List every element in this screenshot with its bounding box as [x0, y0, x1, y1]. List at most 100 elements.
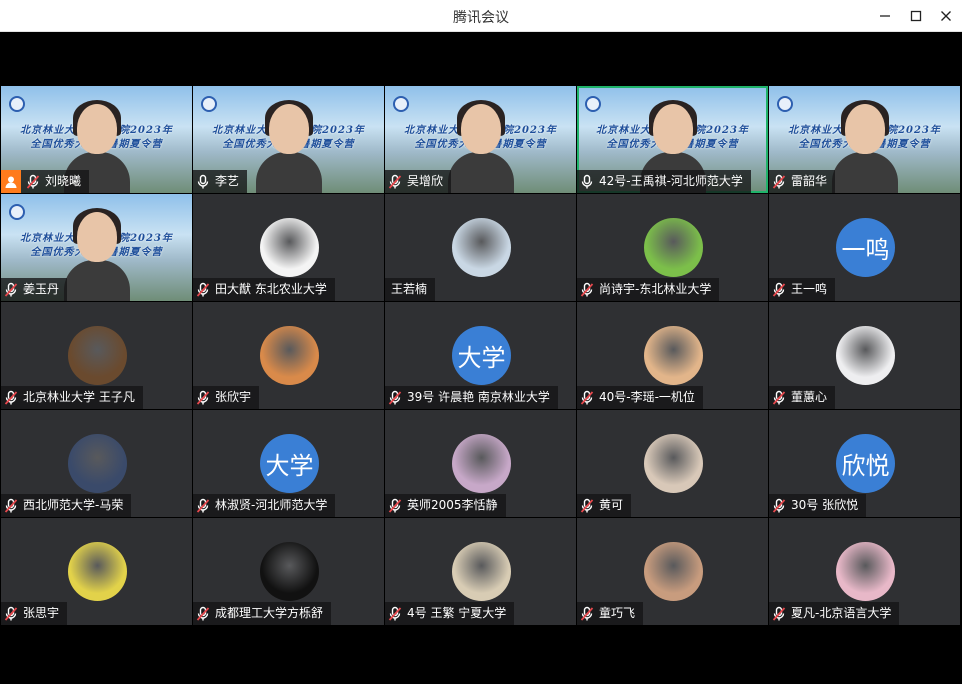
participant-tile[interactable]: 北京林业大学外语学院2023年全国优秀大学生暑期夏令营雷韶华 [769, 86, 960, 193]
participant-name-label: 30号 张欣悦 [769, 494, 867, 517]
video-grid: 北京林业大学外语学院2023年全国优秀大学生暑期夏令营刘晓曦北京林业大学外语学院… [0, 86, 962, 627]
participant-name: 张思宇 [23, 606, 60, 620]
participant-tile[interactable]: 北京林业大学外语学院2023年全国优秀大学生暑期夏令营42号-王禹祺-河北师范大… [577, 86, 768, 193]
participant-name: 刘晓曦 [45, 174, 82, 188]
teddy-bear-icon [68, 326, 127, 385]
participant-name-label: 姜玉丹 [1, 278, 68, 301]
mic-muted-icon [388, 498, 402, 513]
participant-name-label: 李艺 [193, 170, 248, 193]
participant-name-label: 英师2005李恬静 [385, 494, 506, 517]
minimize-button[interactable] [872, 4, 898, 28]
mic-muted-icon [4, 282, 18, 297]
girl-photo-icon [452, 218, 511, 277]
participant-name: 董蕙心 [791, 390, 828, 404]
mic-muted-icon [4, 498, 18, 513]
girl-white-dress-icon [836, 326, 895, 385]
participant-tile[interactable]: 张思宇 [1, 518, 192, 625]
participant-video-feed [831, 100, 898, 193]
participant-tile[interactable]: 欣悦 30号 张欣悦 [769, 410, 960, 517]
participant-tile[interactable]: 童巧飞 [577, 518, 768, 625]
participant-name-label: 张思宇 [1, 602, 68, 625]
participant-name: 尚诗宇-东北林业大学 [599, 282, 712, 296]
participant-tile[interactable]: 成都理工大学方栎舒 [193, 518, 384, 625]
participant-tile[interactable]: 董蕙心 [769, 302, 960, 409]
mic-muted-icon [580, 606, 594, 621]
participant-name: 成都理工大学方栎舒 [215, 606, 324, 620]
participant-name-label: 雷韶华 [769, 170, 836, 193]
university-seal-icon [201, 96, 217, 112]
spider-mask-icon [260, 542, 319, 601]
child-photo-icon [644, 542, 703, 601]
mic-muted-icon [196, 606, 210, 621]
participant-name: 张欣宇 [215, 390, 252, 404]
participant-name: 姜玉丹 [23, 282, 60, 296]
participant-name: 西北师范大学-马荣 [23, 498, 124, 512]
avatar-initials: 一鸣 [836, 218, 895, 277]
participant-video-feed [255, 100, 322, 193]
participant-tile[interactable]: 4号 王繁 宁夏大学 [385, 518, 576, 625]
participant-name: 40号-李瑶-一机位 [599, 390, 695, 404]
mic-muted-icon [772, 498, 786, 513]
colorful-art-icon [68, 542, 127, 601]
title-bar: 腾讯会议 [0, 0, 962, 32]
participant-name: 30号 张欣悦 [791, 498, 859, 512]
participant-name-label: 夏凡-北京语言大学 [769, 602, 900, 625]
mic-muted-icon [580, 282, 594, 297]
minimize-icon [880, 15, 890, 17]
mic-muted-icon [772, 606, 786, 621]
participant-name-label: 40号-李瑶-一机位 [577, 386, 703, 409]
participant-tile[interactable]: 黄可 [577, 410, 768, 517]
participant-name: 李艺 [215, 174, 240, 188]
mic-muted-icon [196, 282, 210, 297]
participant-name-label: 王若楠 [385, 278, 436, 301]
participant-tile[interactable]: 北京林业大学外语学院2023年全国优秀大学生暑期夏令营刘晓曦 [1, 86, 192, 193]
participant-tile[interactable]: 一鸣 王一鸣 [769, 194, 960, 301]
close-button[interactable] [933, 4, 959, 28]
participant-tile[interactable]: 西北师范大学-马荣 [1, 410, 192, 517]
mic-muted-icon [580, 390, 594, 405]
participant-name: 童巧飞 [599, 606, 636, 620]
participant-name-label: 林淑贤-河北师范大学 [193, 494, 336, 517]
participant-name-label: 刘晓曦 [1, 170, 90, 193]
participant-name: 王一鸣 [791, 282, 828, 296]
close-icon [941, 11, 951, 21]
participant-name-label: 西北师范大学-马荣 [1, 494, 132, 517]
mic-muted-icon [388, 390, 402, 405]
participant-tile[interactable]: 大学 林淑贤-河北师范大学 [193, 410, 384, 517]
participant-tile[interactable]: 王若楠 [385, 194, 576, 301]
participant-tile[interactable]: 田大猷 东北农业大学 [193, 194, 384, 301]
mic-muted-icon [196, 498, 210, 513]
participant-tile[interactable]: 夏凡-北京语言大学 [769, 518, 960, 625]
meeting-window: 腾讯会议 北京林业大学外语学院2023年全国优秀大学生暑期夏令营刘晓曦北京林业大… [0, 0, 962, 684]
mic-muted-icon [772, 390, 786, 405]
participant-tile[interactable]: 大学 39号 许晨艳 南京林业大学 [385, 302, 576, 409]
participant-tile[interactable]: 英师2005李恬静 [385, 410, 576, 517]
participant-name-label: 39号 许晨艳 南京林业大学 [385, 386, 558, 409]
mic-muted-icon [4, 390, 18, 405]
participant-tile[interactable]: 40号-李瑶-一机位 [577, 302, 768, 409]
participant-name: 42号-王禹祺-河北师范大学 [599, 174, 743, 188]
participant-tile[interactable]: 北京林业大学外语学院2023年全国优秀大学生暑期夏令营吴增欣 [385, 86, 576, 193]
host-icon [1, 170, 21, 193]
avatar-initials: 大学 [452, 326, 511, 385]
green-field-icon [644, 218, 703, 277]
mic-icon [197, 174, 209, 188]
participant-name: 北京林业大学 王子凡 [23, 390, 135, 404]
participant-name: 吴增欣 [407, 174, 444, 188]
avatar-initials: 大学 [260, 434, 319, 493]
participant-name-label: 董蕙心 [769, 386, 836, 409]
mic-muted-icon [4, 606, 18, 621]
participant-video-feed [63, 208, 130, 301]
participant-name-label: 田大猷 东北农业大学 [193, 278, 335, 301]
girl-selfie-icon [644, 434, 703, 493]
mic-icon [581, 174, 593, 188]
participant-tile[interactable]: 北京林业大学外语学院2023年全国优秀大学生暑期夏令营李艺 [193, 86, 384, 193]
participant-tile[interactable]: 北京林业大学 王子凡 [1, 302, 192, 409]
participant-name: 4号 王繁 宁夏大学 [407, 606, 507, 620]
participant-tile[interactable]: 张欣宇 [193, 302, 384, 409]
maximize-button[interactable] [903, 4, 929, 28]
participant-name-label: 张欣宇 [193, 386, 260, 409]
participant-tile[interactable]: 北京林业大学外语学院2023年全国优秀大学生暑期夏令营姜玉丹 [1, 194, 192, 301]
participant-tile[interactable]: 尚诗宇-东北林业大学 [577, 194, 768, 301]
mic-muted-icon [388, 606, 402, 621]
